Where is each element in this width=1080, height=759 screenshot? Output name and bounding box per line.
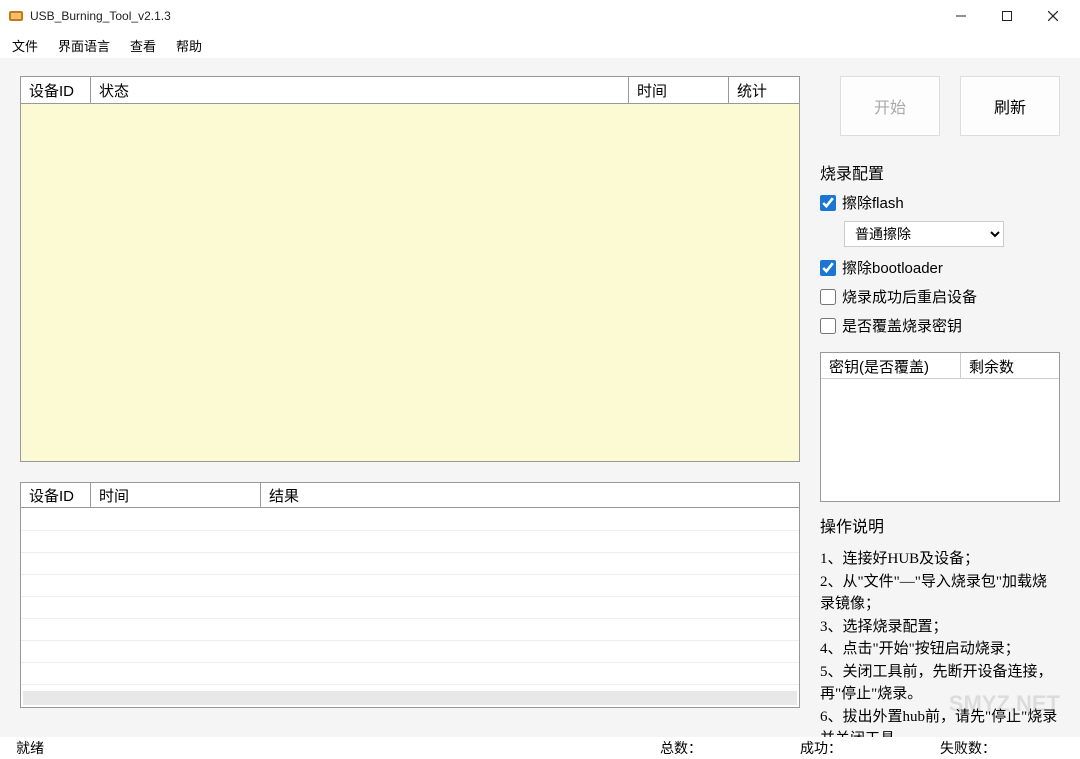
reboot-after-row[interactable]: 烧录成功后重启设备 (820, 286, 1060, 307)
col-stats[interactable]: 统计 (729, 77, 799, 103)
instructions-title: 操作说明 (820, 516, 1060, 540)
device-list-area (20, 104, 800, 462)
instruction-line: 2、从"文件"—"导入烧录包"加载烧录镜像； (820, 571, 1060, 616)
status-total: 总数： (652, 738, 792, 758)
col-device-id[interactable]: 设备ID (21, 77, 91, 103)
menu-help[interactable]: 帮助 (172, 34, 206, 57)
left-pane: 设备ID 状态 时间 统计 设备ID 时间 结果 (20, 76, 800, 708)
menu-language[interactable]: 界面语言 (54, 34, 114, 57)
refresh-button[interactable]: 刷新 (960, 76, 1060, 136)
col-result-result[interactable]: 结果 (261, 483, 799, 507)
result-table-header: 设备ID 时间 结果 (20, 482, 800, 508)
erase-bootloader-label: 擦除bootloader (842, 257, 943, 278)
erase-bootloader-row[interactable]: 擦除bootloader (820, 257, 1060, 278)
close-button[interactable] (1030, 0, 1076, 32)
instructions-box: 操作说明 1、连接好HUB及设备； 2、从"文件"—"导入烧录包"加载烧录镜像；… (820, 516, 1060, 751)
result-list-area (20, 508, 800, 708)
key-col-key[interactable]: 密钥(是否覆盖) (821, 353, 961, 378)
table-row (21, 508, 799, 530)
table-row (21, 640, 799, 662)
erase-mode-select[interactable]: 普通擦除 (844, 221, 1004, 247)
minimize-button[interactable] (938, 0, 984, 32)
status-bar: 就绪 总数： 成功： 失败数： (0, 737, 1080, 759)
right-pane: 开始 刷新 烧录配置 擦除flash 普通擦除 擦除bootloader 烧录成… (820, 76, 1060, 751)
key-table-header: 密钥(是否覆盖) 剩余数 (821, 353, 1059, 379)
table-row (21, 618, 799, 640)
status-ready: 就绪 (8, 738, 652, 758)
device-table-header: 设备ID 状态 时间 统计 (20, 76, 800, 104)
reboot-after-checkbox[interactable] (820, 289, 836, 305)
action-buttons: 开始 刷新 (820, 76, 1060, 136)
overwrite-key-label: 是否覆盖烧录密钥 (842, 315, 962, 336)
horizontal-scrollbar[interactable] (23, 691, 797, 705)
app-icon (8, 8, 24, 24)
table-row (21, 596, 799, 618)
erase-flash-label: 擦除flash (842, 192, 904, 213)
col-result-device-id[interactable]: 设备ID (21, 483, 91, 507)
table-row (21, 530, 799, 552)
start-button[interactable]: 开始 (840, 76, 940, 136)
col-time[interactable]: 时间 (629, 77, 729, 103)
work-area: 设备ID 状态 时间 统计 设备ID 时间 结果 (0, 58, 1080, 737)
burn-config-group: 烧录配置 擦除flash 普通擦除 擦除bootloader 烧录成功后重启设备 (820, 160, 1060, 336)
col-result-time[interactable]: 时间 (91, 483, 261, 507)
menu-file[interactable]: 文件 (8, 34, 42, 57)
maximize-button[interactable] (984, 0, 1030, 32)
reboot-after-label: 烧录成功后重启设备 (842, 286, 977, 307)
erase-mode-wrap: 普通擦除 (844, 221, 1060, 247)
erase-bootloader-checkbox[interactable] (820, 260, 836, 276)
table-row (21, 662, 799, 684)
status-fail: 失败数： (932, 738, 1072, 758)
instruction-line: 4、点击"开始"按钮启动烧录； (820, 638, 1060, 661)
overwrite-key-row[interactable]: 是否覆盖烧录密钥 (820, 315, 1060, 336)
key-col-remain[interactable]: 剩余数 (961, 353, 1022, 378)
result-grid (21, 508, 799, 685)
config-title: 烧录配置 (820, 160, 1060, 184)
table-row (21, 552, 799, 574)
instruction-line: 1、连接好HUB及设备； (820, 548, 1060, 571)
menu-view[interactable]: 查看 (126, 34, 160, 57)
status-success: 成功： (792, 738, 932, 758)
menu-bar: 文件 界面语言 查看 帮助 (0, 32, 1080, 58)
window-title: USB_Burning_Tool_v2.1.3 (30, 9, 938, 23)
key-table: 密钥(是否覆盖) 剩余数 (820, 352, 1060, 502)
instruction-line: 3、选择烧录配置； (820, 616, 1060, 639)
title-bar: USB_Burning_Tool_v2.1.3 (0, 0, 1080, 32)
erase-flash-row[interactable]: 擦除flash (820, 192, 1060, 213)
col-status[interactable]: 状态 (91, 77, 629, 103)
instruction-line: 5、关闭工具前，先断开设备连接，再"停止"烧录。 (820, 661, 1060, 706)
table-row (21, 574, 799, 596)
overwrite-key-checkbox[interactable] (820, 318, 836, 334)
erase-flash-checkbox[interactable] (820, 195, 836, 211)
